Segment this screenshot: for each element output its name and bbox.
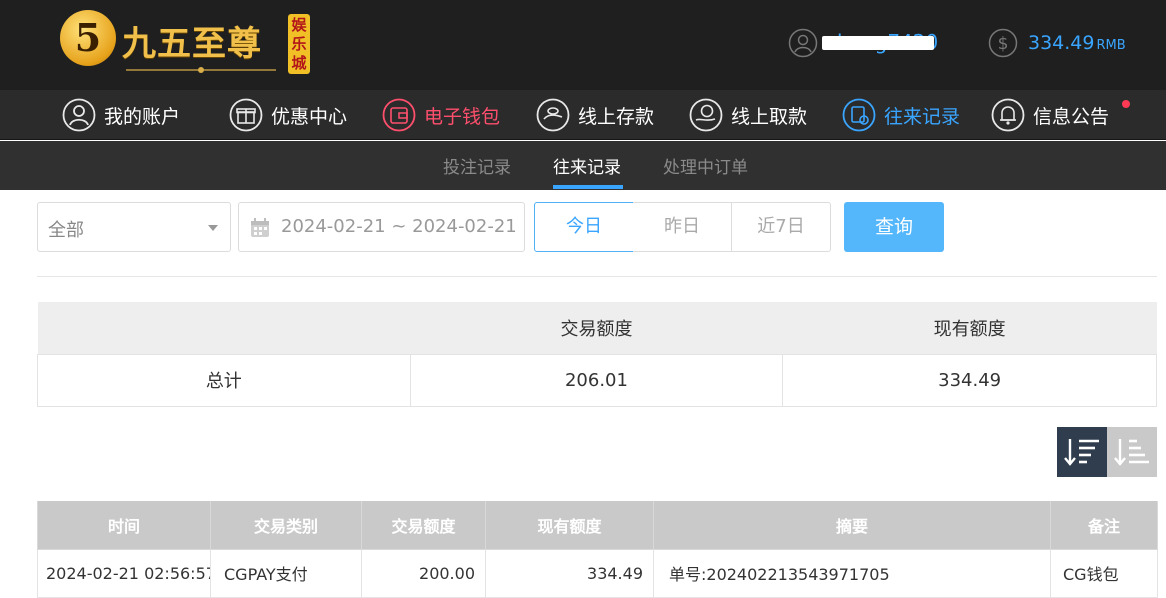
last-7-days-button[interactable]: 近7日 [731, 202, 831, 252]
summary-total-amount: 206.01 [409, 353, 784, 407]
cell-time: 2024-02-21 02:56:57 [37, 548, 211, 598]
search-button[interactable]: 查询 [844, 202, 944, 252]
nav-announcements[interactable]: 信息公告 [991, 98, 1109, 132]
nav-label: 线上存款 [578, 105, 655, 128]
nav-records[interactable]: 往来记录 [842, 98, 960, 132]
col-header-time: 时间 [37, 501, 211, 550]
balance-value: 334.49 [1028, 32, 1095, 54]
nav-label: 往来记录 [884, 105, 961, 128]
deposit-icon [536, 98, 570, 132]
logo-tag: 娱乐城 [288, 14, 310, 74]
cell-amount: 200.00 [361, 548, 486, 598]
sort-descending-button[interactable] [1057, 427, 1107, 477]
type-select-value: 全部 [48, 220, 84, 241]
date-range-value: 2024-02-21 ~ 2024-02-21 [281, 216, 517, 237]
col-header-balance: 现有额度 [485, 501, 654, 550]
summary-header-balance: 现有额度 [782, 302, 1157, 354]
date-range-picker[interactable]: 2024-02-21 ~ 2024-02-21 [238, 202, 525, 252]
cell-remark: CG钱包 [1050, 548, 1158, 598]
records-icon [842, 98, 876, 132]
cell-balance: 334.49 [485, 548, 654, 598]
summary-header-empty [37, 302, 411, 354]
sort-ascending-button[interactable] [1107, 427, 1157, 477]
bell-icon [991, 98, 1025, 132]
col-header-type: 交易类别 [210, 501, 362, 550]
col-header-amount: 交易额度 [361, 501, 486, 550]
summary-header-amount: 交易额度 [410, 302, 783, 354]
sort-desc-icon [1064, 439, 1099, 466]
active-tab-indicator [553, 185, 623, 189]
nav-my-account[interactable]: 我的账户 [62, 98, 180, 132]
cell-summary: 单号:202402213543971705 [653, 548, 1051, 598]
user-circle-icon [62, 98, 96, 132]
svg-text:$: $ [998, 34, 1009, 54]
col-header-summary: 摘要 [653, 501, 1051, 550]
nav-label: 我的账户 [104, 105, 181, 128]
nav-e-wallet[interactable]: 电子钱包 [382, 98, 500, 132]
summary-row: 总计 206.01 334.49 [37, 353, 1157, 407]
nav-label: 优惠中心 [271, 105, 348, 128]
table-row: 2024-02-21 02:56:57 CGPAY支付 200.00 334.4… [37, 548, 1158, 598]
chevron-down-icon [208, 225, 218, 231]
nav-label: 信息公告 [1033, 105, 1110, 128]
logo-text: 九五至尊 [122, 24, 262, 64]
nav-label: 电子钱包 [424, 105, 501, 128]
site-logo[interactable]: 5 九五至尊 娱乐城 [60, 10, 312, 76]
cell-type: CGPAY支付 [210, 548, 362, 598]
tab-pending-orders[interactable]: 处理中订单 [663, 153, 748, 178]
nav-promotions[interactable]: 优惠中心 [229, 98, 347, 132]
balance-currency: RMB [1096, 38, 1126, 53]
nav-withdraw[interactable]: 线上取款 [689, 98, 807, 132]
col-header-remark: 备注 [1050, 501, 1158, 550]
summary-total-label: 总计 [37, 353, 411, 407]
balance-icon: $ [988, 28, 1018, 58]
username-redaction [822, 36, 934, 50]
logo-ornament [126, 67, 276, 73]
nav-deposit[interactable]: 线上存款 [536, 98, 654, 132]
wallet-icon [382, 98, 416, 132]
type-select[interactable]: 全部 [37, 202, 231, 252]
logo-badge: 5 [60, 10, 116, 66]
user-icon [788, 28, 818, 58]
gift-icon [229, 98, 263, 132]
records-table: 时间 交易类别 交易额度 现有额度 摘要 备注 2024-02-21 02:56… [37, 501, 1158, 598]
sort-asc-icon [1114, 439, 1149, 466]
divider [37, 276, 1157, 277]
calendar-icon [251, 218, 269, 237]
top-bar: 5 九五至尊 娱乐城 cheng7420 $ 334.49RMB [0, 0, 1166, 90]
balance: 334.49 RMB [1028, 32, 1126, 54]
notification-dot [1122, 100, 1130, 108]
main-nav: 我的账户 优惠中心 电子钱包 线上存款 线上取款 往来记录 信息公告 [0, 90, 1166, 140]
summary-total-balance: 334.49 [782, 353, 1157, 407]
today-button[interactable]: 今日 [534, 202, 634, 252]
tab-bet-records[interactable]: 投注记录 [443, 153, 511, 178]
yesterday-button[interactable]: 昨日 [633, 202, 732, 252]
sub-nav: 投注记录 往来记录 处理中订单 [0, 141, 1166, 190]
summary-table: 交易额度 现有额度 总计 206.01 334.49 [37, 302, 1157, 407]
tab-transaction-records[interactable]: 往来记录 [553, 153, 621, 178]
withdraw-icon [689, 98, 723, 132]
nav-label: 线上取款 [731, 105, 808, 128]
